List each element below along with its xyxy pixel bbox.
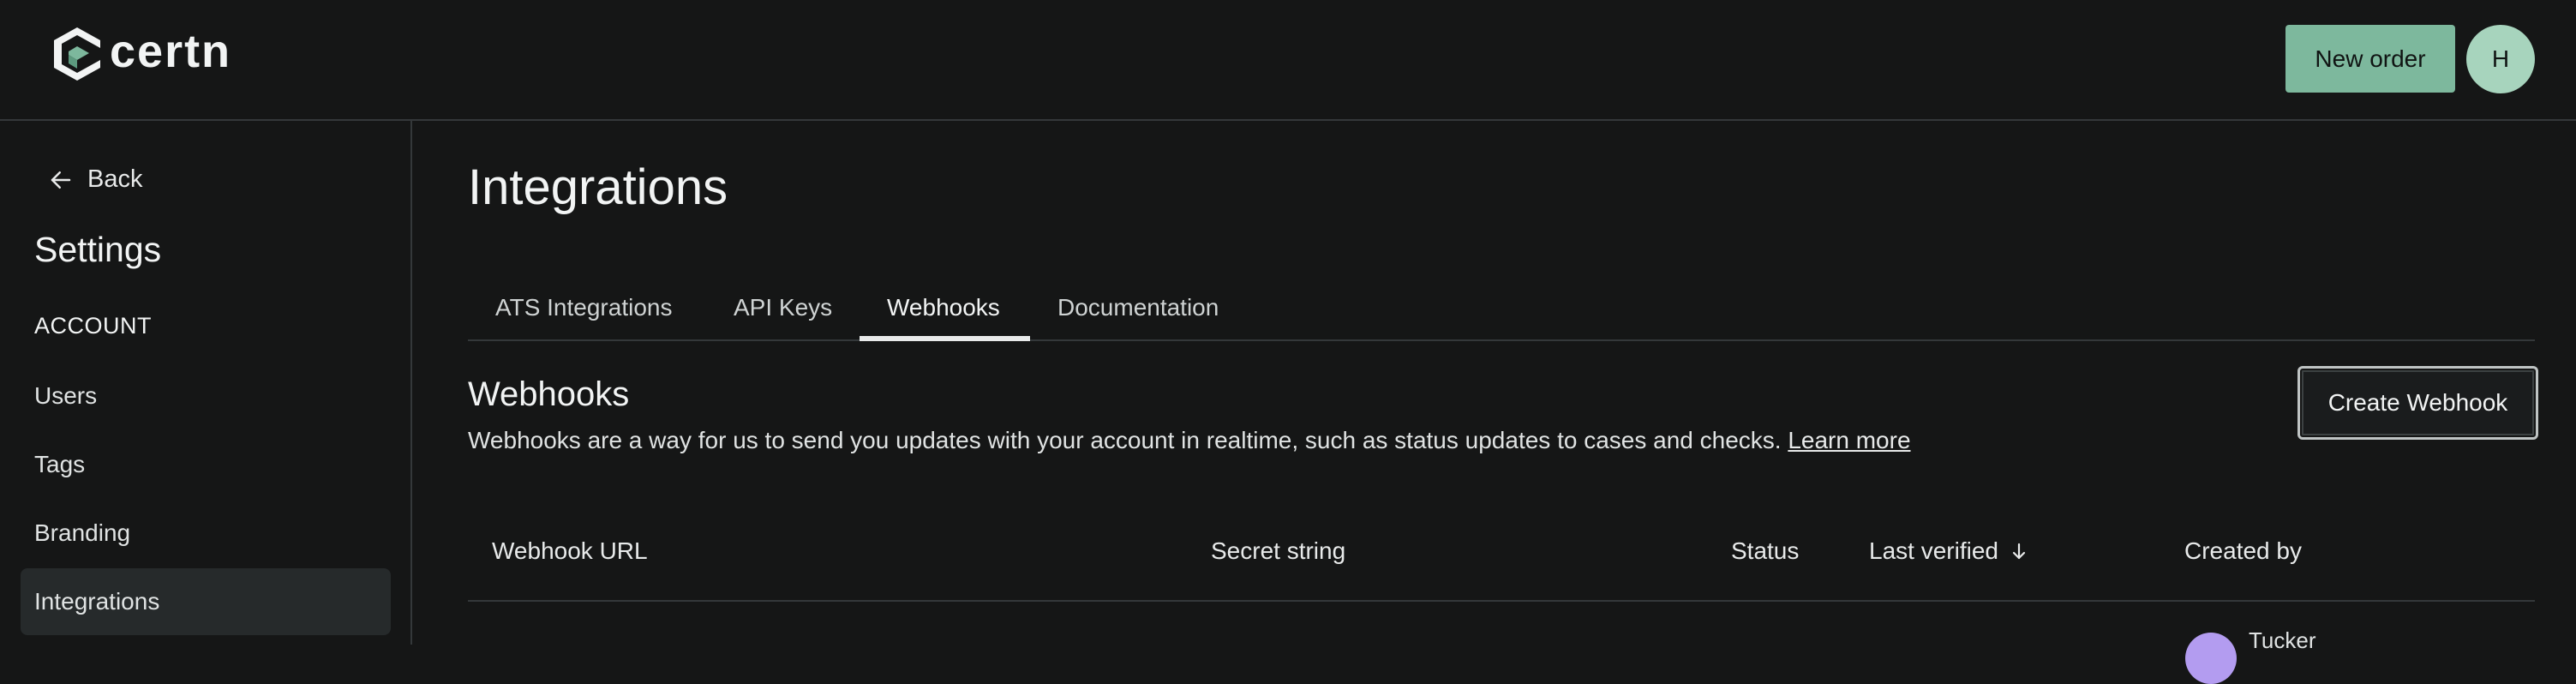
sort-descending-arrow-icon <box>2012 543 2026 559</box>
column-header-last-verified-label: Last verified <box>1869 537 1998 564</box>
creator-name: Tucker <box>2249 627 2316 653</box>
sidebar-item-integrations[interactable]: Integrations <box>21 568 391 635</box>
creator-avatar <box>2185 633 2237 684</box>
tab-api-keys[interactable]: API Keys <box>706 274 860 341</box>
table-row[interactable]: Tucker <box>468 603 2535 684</box>
column-header-webhook-url[interactable]: Webhook URL <box>492 517 648 585</box>
sidebar-item-branding[interactable]: Branding <box>21 500 391 567</box>
top-bar: certn New order H <box>0 0 2576 121</box>
column-header-secret-string[interactable]: Secret string <box>1211 517 1345 585</box>
certn-logo-icon <box>54 27 100 81</box>
tab-documentation[interactable]: Documentation <box>1030 274 1246 341</box>
create-webhook-button[interactable]: Create Webhook <box>2297 366 2538 440</box>
webhooks-description: Webhooks are a way for us to send you up… <box>468 427 1911 454</box>
back-link[interactable]: Back <box>48 165 142 194</box>
tab-webhooks[interactable]: Webhooks <box>860 274 1030 341</box>
webhooks-table-header: Webhook URL Secret string Status Last ve… <box>468 517 2535 602</box>
sidebar-item-tags[interactable]: Tags <box>21 431 391 498</box>
page-title: Integrations <box>468 159 728 215</box>
learn-more-link[interactable]: Learn more <box>1788 427 1910 453</box>
tab-bar: ATS Integrations API Keys Webhooks Docum… <box>468 274 2535 341</box>
logo-wordmark: certn <box>110 26 232 77</box>
tab-ats-integrations[interactable]: ATS Integrations <box>468 274 699 341</box>
sidebar-item-users[interactable]: Users <box>21 363 391 429</box>
column-header-created-by[interactable]: Created by <box>2184 517 2302 585</box>
webhooks-description-text: Webhooks are a way for us to send you up… <box>468 427 1782 453</box>
column-header-last-verified[interactable]: Last verified <box>1869 517 2029 585</box>
arrow-left-icon <box>51 171 71 189</box>
back-label: Back <box>87 165 143 193</box>
settings-sidebar: Back Settings ACCOUNT Users Tags Brandin… <box>0 121 412 645</box>
new-order-button[interactable]: New order <box>2285 25 2455 93</box>
section-label-account: ACCOUNT <box>34 313 152 339</box>
certn-logo[interactable]: certn <box>51 26 231 82</box>
sidebar-title: Settings <box>34 230 162 269</box>
user-avatar[interactable]: H <box>2466 25 2535 93</box>
webhooks-section-title: Webhooks <box>468 375 630 413</box>
column-header-status[interactable]: Status <box>1731 517 1799 585</box>
